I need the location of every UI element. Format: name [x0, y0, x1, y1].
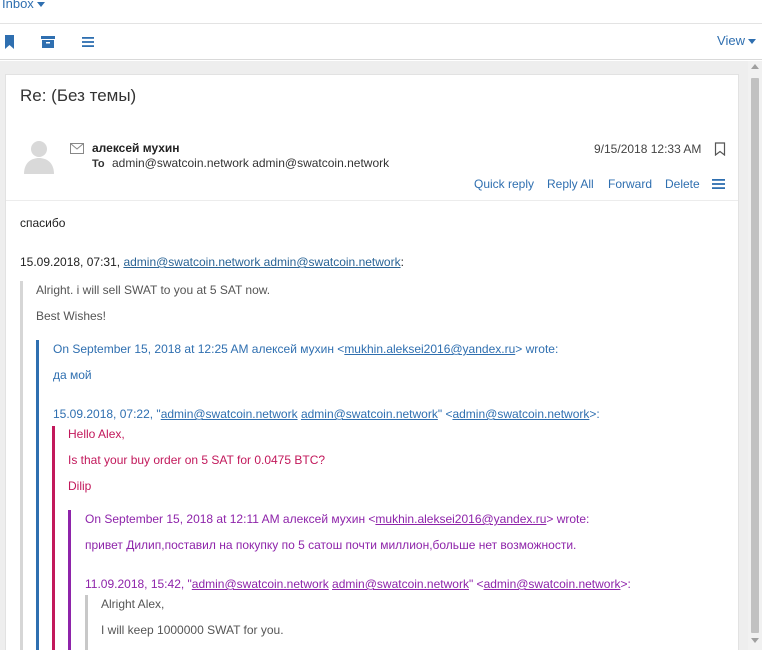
quote-line: Is that your buy order on 5 SAT for 0.04… — [68, 453, 326, 467]
delete-button[interactable]: Delete — [665, 177, 700, 191]
scroll-down-arrow-icon[interactable] — [751, 638, 759, 643]
quote-header: 11.09.2018, 15:42, "admin@swatcoin.netwo… — [85, 577, 631, 591]
folder-dropdown[interactable]: Inbox — [2, 0, 45, 11]
reply-all-button[interactable]: Reply All — [547, 177, 594, 191]
quote-line: Hello Alex, — [68, 427, 125, 441]
sender-name[interactable]: алексей мухин — [92, 141, 180, 155]
quote-line: Alright. i will sell SWAT to you at 5 SA… — [36, 283, 271, 297]
quote-suffix: >: — [620, 577, 631, 591]
quote-header: 15.09.2018, 07:22, "admin@swatcoin.netwo… — [53, 407, 600, 421]
message-date: 9/15/2018 12:33 AM — [594, 142, 702, 156]
quote-bar — [20, 281, 23, 650]
quote-date: 15.09.2018, 07:22, " — [53, 407, 161, 421]
toolbar: View — [0, 24, 762, 60]
quote-suffix: > wrote: — [546, 512, 590, 526]
quote-bar — [68, 510, 71, 650]
bookmark-icon[interactable] — [2, 34, 18, 50]
quote-suffix: > wrote: — [515, 342, 559, 356]
quote-line: I will keep 1000000 SWAT for you. — [101, 623, 284, 637]
quote-line: привет Дилип,поставил на покупку по 5 са… — [85, 538, 577, 552]
flag-bookmark-icon[interactable] — [714, 142, 726, 156]
email-link[interactable]: admin@swatcoin.network — [192, 577, 329, 591]
quote-date: 11.09.2018, 15:42, " — [85, 577, 192, 591]
archive-icon[interactable] — [40, 34, 56, 50]
quote-attribution: On September 15, 2018 at 12:25 AM алексе… — [53, 342, 345, 356]
envelope-icon — [70, 143, 84, 154]
chevron-down-icon — [36, 2, 45, 8]
quote-line: Dilip — [68, 479, 92, 493]
email-link[interactable]: mukhin.aleksei2016@yandex.ru — [344, 342, 515, 356]
recipient-value[interactable]: admin@swatcoin.network admin@swatcoin.ne… — [112, 156, 389, 170]
quote-suffix: : — [400, 255, 404, 269]
email-link[interactable]: admin@swatcoin.network — [301, 407, 438, 421]
quote-suffix: >: — [589, 407, 600, 421]
message-subject: Re: (Без темы) — [20, 86, 137, 105]
email-link[interactable]: mukhin.aleksei2016@yandex.ru — [375, 512, 546, 526]
quote-header: 15.09.2018, 07:31, admin@swatcoin.networ… — [20, 255, 404, 269]
quote-separator: " < — [468, 577, 484, 591]
quote-bar — [52, 426, 55, 650]
quote-attribution: On September 15, 2018 at 12:11 AM алексе… — [85, 512, 376, 526]
body-line: спасибо — [20, 216, 66, 230]
more-menu-icon[interactable] — [712, 178, 725, 190]
quote-date: 15.09.2018, 07:31, — [20, 255, 124, 269]
scroll-up-arrow-icon[interactable] — [751, 64, 759, 69]
folder-label: Inbox — [2, 0, 34, 11]
email-link[interactable]: admin@swatcoin.network — [452, 407, 589, 421]
recipient-line: To admin@swatcoin.network admin@swatcoin… — [92, 156, 389, 170]
view-dropdown[interactable]: View — [717, 33, 756, 48]
to-label: To — [92, 158, 105, 170]
email-link[interactable]: admin@swatcoin.network — [161, 407, 298, 421]
chevron-down-icon — [748, 39, 756, 45]
view-label: View — [717, 33, 745, 48]
top-bar: Inbox — [0, 0, 762, 24]
quote-line: Best Wishes! — [36, 309, 107, 323]
quote-separator: " < — [437, 407, 453, 421]
email-link[interactable]: admin@swatcoin.network — [484, 577, 621, 591]
email-link[interactable]: admin@swatcoin.network admin@swatcoin.ne… — [123, 255, 400, 269]
quick-reply-button[interactable]: Quick reply — [474, 177, 534, 191]
avatar — [24, 141, 54, 174]
scrollbar-thumb[interactable] — [751, 78, 759, 633]
header-divider — [6, 200, 738, 201]
quote-bar — [36, 340, 39, 650]
email-link[interactable]: admin@swatcoin.network — [332, 577, 469, 591]
quote-line: да мой — [53, 368, 92, 382]
quote-header: On September 15, 2018 at 12:11 AM алексе… — [85, 512, 589, 526]
list-icon[interactable] — [80, 34, 96, 50]
quote-header: On September 15, 2018 at 12:25 AM алексе… — [53, 342, 558, 356]
quote-line: Alright Alex, — [101, 597, 165, 611]
forward-button[interactable]: Forward — [608, 177, 652, 191]
quote-bar — [85, 595, 88, 650]
